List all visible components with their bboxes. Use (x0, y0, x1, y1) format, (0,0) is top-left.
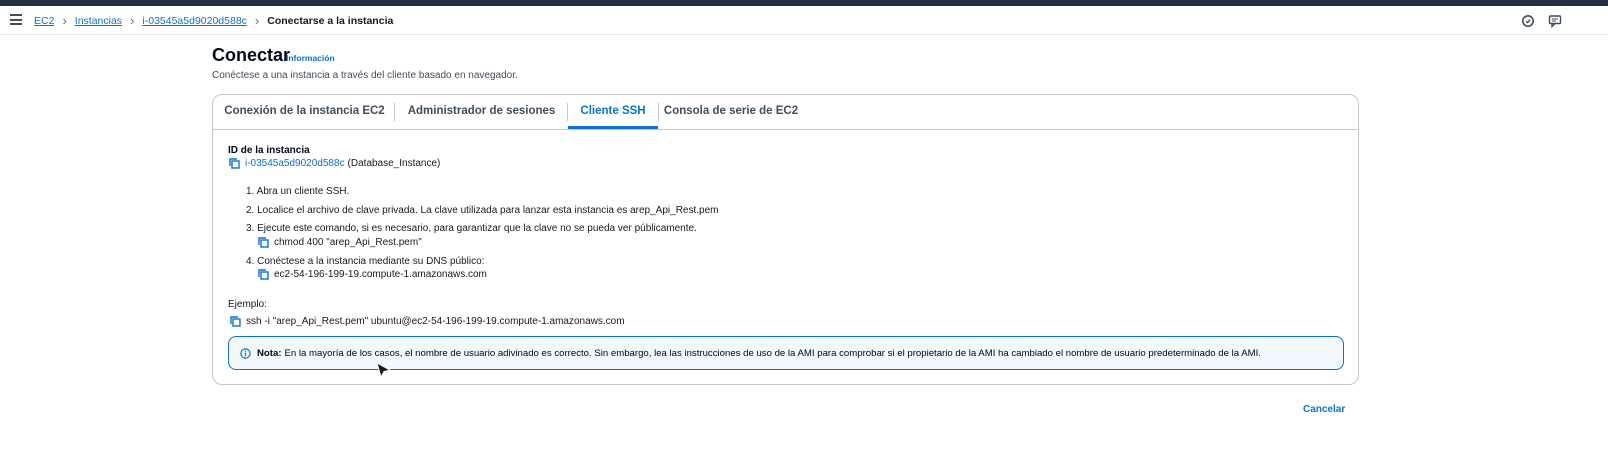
page-title: Conectar (212, 45, 291, 65)
tab-ec2-serial-console[interactable]: Consola de serie de EC2 (659, 95, 803, 129)
breadcrumb-current: Conectarse a la instancia (267, 15, 394, 27)
breadcrumb-ec2[interactable]: EC2 (34, 15, 54, 27)
connection-tabs: Conexión de la instancia EC2 Administrad… (213, 95, 1358, 130)
breadcrumb-instances[interactable]: Instancias (75, 15, 122, 27)
instance-name: (Database_Instance) (347, 158, 441, 169)
breadcrumb-instance-id[interactable]: i-03545a5d9020d588c (142, 15, 247, 27)
copy-icon[interactable] (230, 316, 241, 327)
tab-ssh-client[interactable]: Cliente SSH (568, 95, 658, 129)
copy-icon[interactable] (258, 269, 269, 280)
chmod-command-row: chmod 400 "arep_Api_Rest.pem" (258, 237, 422, 248)
copy-icon[interactable] (229, 158, 240, 169)
step-2: 2. Localice el archivo de clave privada.… (246, 205, 719, 216)
chmod-command: chmod 400 "arep_Api_Rest.pem" (274, 237, 422, 248)
chevron-right-icon: › (62, 13, 67, 28)
tab-ec2-instance-connect[interactable]: Conexión de la instancia EC2 (213, 95, 396, 129)
tab-session-manager[interactable]: Administrador de sesiones (395, 95, 568, 129)
info-circle-icon (240, 347, 251, 359)
example-command-row: ssh -i "arep_Api_Rest.pem" ubuntu@ec2-54… (230, 316, 625, 327)
step-4: 4. Conéctese a la instancia mediante su … (246, 256, 485, 267)
breadcrumb-bar: EC2 › Instancias › i-03545a5d9020d588c ›… (0, 6, 1608, 35)
chevron-right-icon: › (130, 13, 135, 28)
step-3: 3. Ejecute este comando, si es necesario… (246, 223, 697, 234)
cancel-button[interactable]: Cancelar (1303, 404, 1345, 415)
hamburger-menu-icon[interactable] (10, 14, 22, 25)
mouse-cursor-icon (376, 362, 392, 379)
note-text: En la mayoría de los casos, el nombre de… (284, 347, 1261, 359)
page-description: Conéctese a una instancia a través del c… (212, 70, 518, 81)
copy-icon[interactable] (258, 237, 269, 248)
instance-id-row: i-03545a5d9020d588c (Database_Instance) (229, 158, 440, 169)
info-alert: Nota: En la mayoría de los casos, el nom… (228, 336, 1344, 370)
public-dns: ec2-54-196-199-19.compute-1.amazonaws.co… (274, 269, 487, 280)
step-1: 1. Abra un cliente SSH. (246, 186, 350, 197)
chevron-right-icon: › (254, 13, 260, 28)
example-ssh-command: ssh -i "arep_Api_Rest.pem" ubuntu@ec2-54… (246, 316, 625, 327)
connect-card: Conexión de la instancia EC2 Administrad… (212, 94, 1359, 385)
notifications-icon[interactable] (1521, 14, 1535, 28)
note-prefix: Nota: (257, 347, 282, 359)
dns-command-row: ec2-54-196-199-19.compute-1.amazonaws.co… (258, 269, 487, 280)
feedback-icon[interactable] (1548, 14, 1562, 28)
breadcrumb: EC2 › Instancias › i-03545a5d9020d588c ›… (34, 13, 394, 28)
info-link[interactable]: Información (286, 53, 335, 63)
instance-id-link[interactable]: i-03545a5d9020d588c (245, 158, 345, 169)
instance-id-label: ID de la instancia (228, 145, 310, 156)
example-label: Ejemplo: (228, 299, 267, 310)
